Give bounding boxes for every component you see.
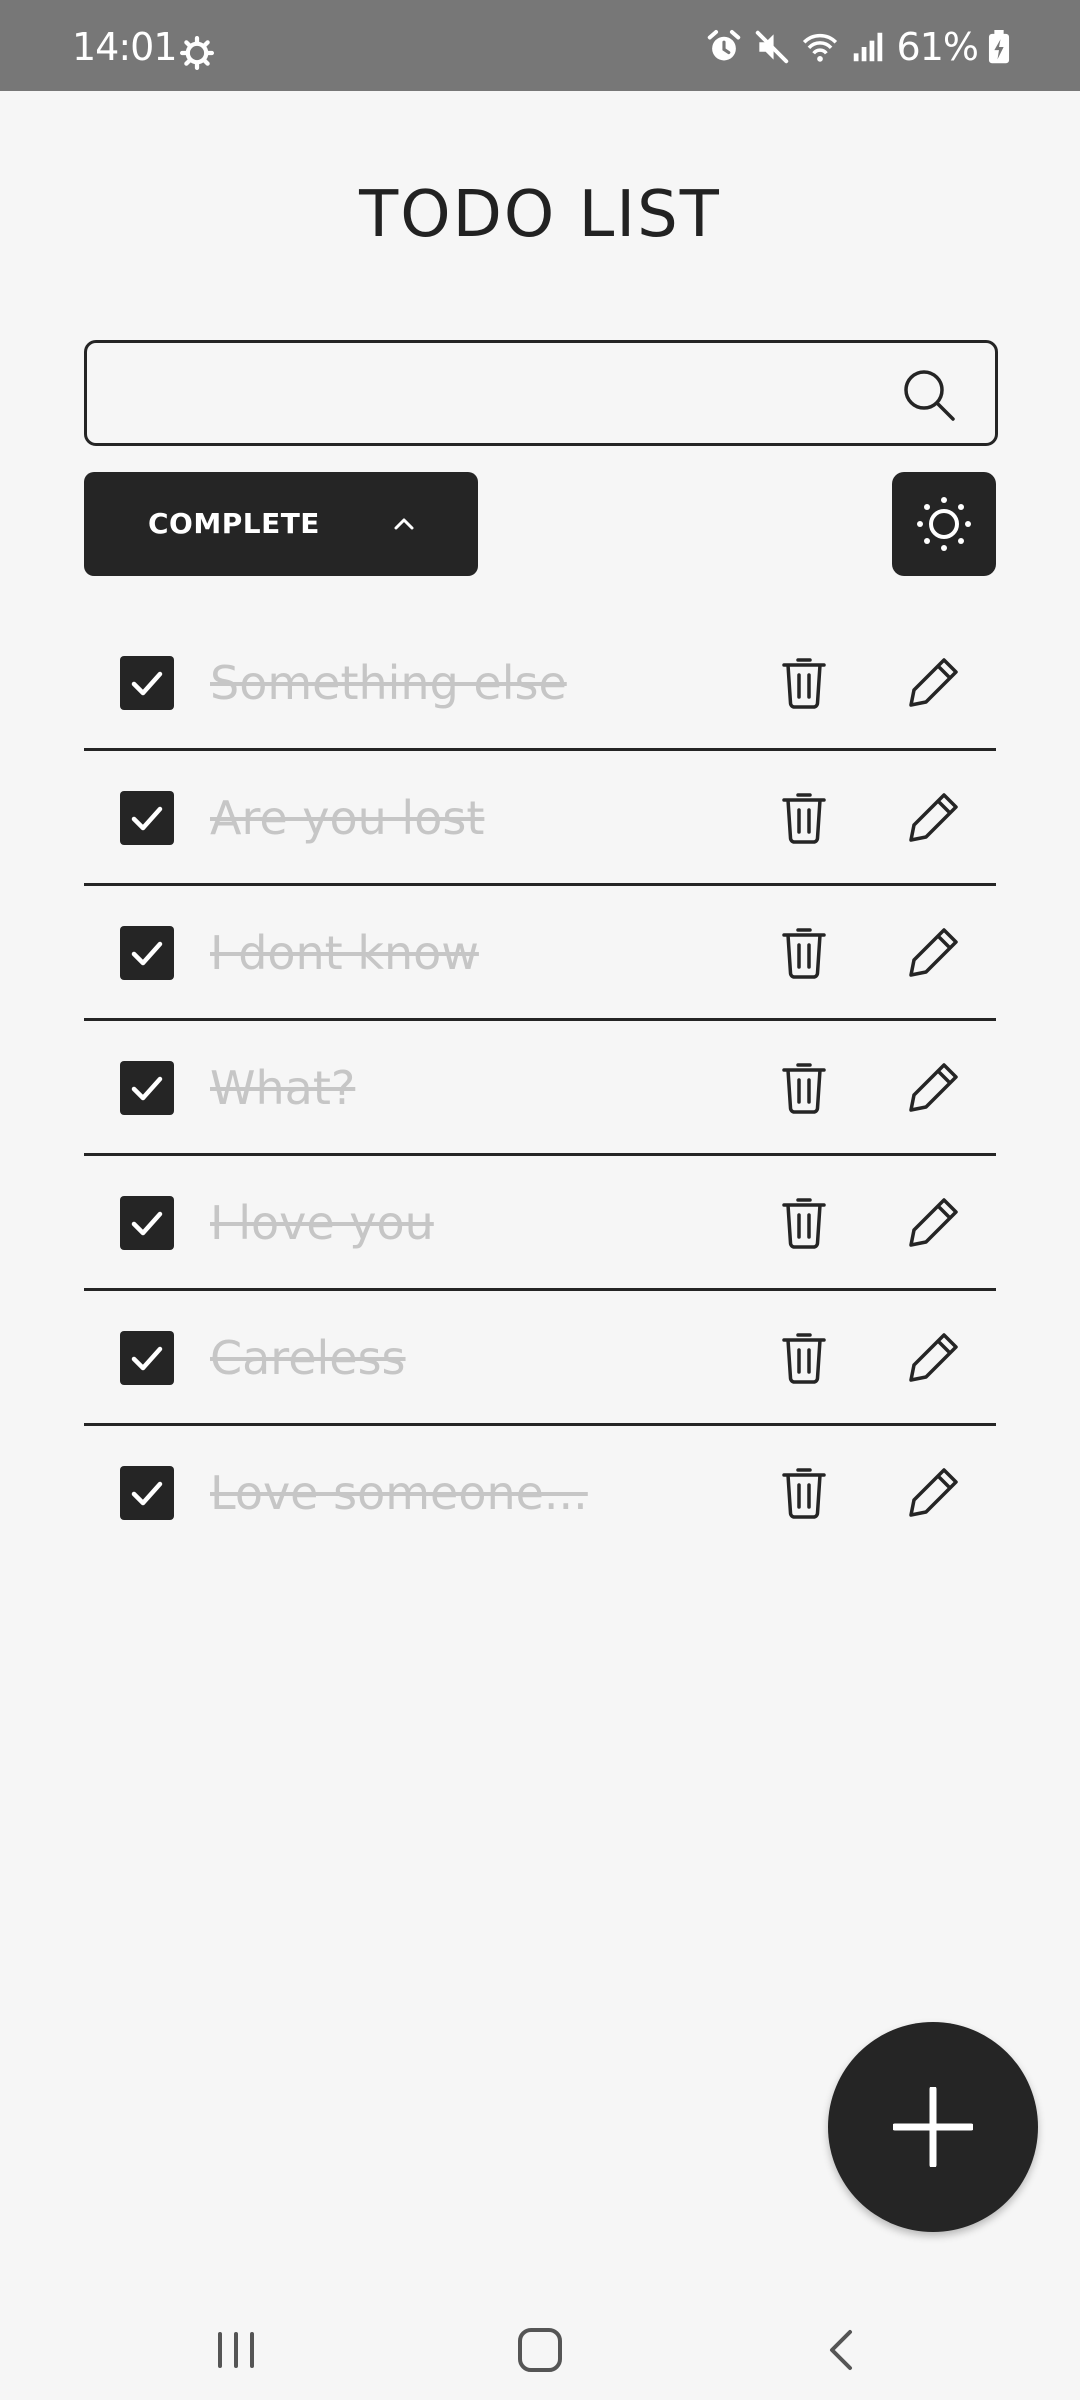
- checkmark-icon: [131, 1076, 163, 1101]
- chevron-up-icon: [394, 518, 414, 530]
- todo-checkbox[interactable]: [120, 1196, 174, 1250]
- mute-icon: [755, 30, 788, 64]
- todo-checkbox[interactable]: [120, 926, 174, 980]
- checkmark-icon: [131, 671, 163, 696]
- todo-item: Love someone...: [84, 1426, 996, 1558]
- todo-text: Something else: [210, 656, 567, 710]
- todo-item: Careless: [84, 1291, 996, 1426]
- home-icon[interactable]: [510, 2320, 570, 2380]
- todo-list: Something else Are you lost I dont know: [84, 616, 996, 1558]
- todo-text: Love someone...: [210, 1466, 588, 1520]
- recent-apps-icon[interactable]: [206, 2320, 266, 2380]
- checkmark-icon: [131, 806, 163, 831]
- todo-text: Careless: [210, 1331, 406, 1385]
- pencil-icon: [909, 1333, 958, 1382]
- delete-button[interactable]: [774, 787, 834, 847]
- todo-checkbox[interactable]: [120, 656, 174, 710]
- pencil-icon: [909, 928, 958, 977]
- pencil-icon: [909, 1468, 958, 1517]
- theme-toggle-button[interactable]: [892, 472, 996, 576]
- trash-icon: [782, 1198, 826, 1249]
- edit-button[interactable]: [904, 922, 964, 982]
- edit-button[interactable]: [904, 1462, 964, 1522]
- todo-text: I dont know: [210, 926, 479, 980]
- delete-button[interactable]: [774, 922, 834, 982]
- checkmark-icon: [131, 1346, 163, 1371]
- status-bar: 14:01 61%: [0, 0, 1080, 91]
- checkmark-icon: [131, 1481, 163, 1506]
- todo-text: I love you: [210, 1196, 434, 1250]
- checkmark-icon: [131, 1211, 163, 1236]
- delete-button[interactable]: [774, 1192, 834, 1252]
- edit-button[interactable]: [904, 1327, 964, 1387]
- trash-icon: [782, 928, 826, 979]
- todo-item: Something else: [84, 616, 996, 751]
- back-icon[interactable]: [812, 2320, 872, 2380]
- edit-button[interactable]: [904, 652, 964, 712]
- todo-item: I love you: [84, 1156, 996, 1291]
- delete-button[interactable]: [774, 1462, 834, 1522]
- todo-item: I dont know: [84, 886, 996, 1021]
- trash-icon: [782, 1468, 826, 1519]
- delete-button[interactable]: [774, 652, 834, 712]
- wifi-icon: [802, 33, 837, 62]
- navigation-bar: [0, 2280, 1080, 2400]
- pencil-icon: [909, 1198, 958, 1247]
- pencil-icon: [909, 1063, 958, 1112]
- trash-icon: [782, 658, 826, 709]
- edit-button[interactable]: [904, 787, 964, 847]
- gear-icon: [180, 36, 214, 70]
- trash-icon: [782, 1333, 826, 1384]
- trash-icon: [782, 1063, 826, 1114]
- signal-icon: [853, 32, 882, 62]
- plus-icon: [893, 2087, 973, 2167]
- battery-charging-icon: [988, 30, 1010, 64]
- todo-checkbox[interactable]: [120, 1331, 174, 1385]
- alarm-icon: [707, 29, 740, 61]
- pencil-icon: [909, 658, 958, 707]
- status-icons: 61%: [705, 24, 1010, 70]
- page-title: TODO LIST: [359, 177, 721, 252]
- todo-text: What?: [210, 1061, 356, 1115]
- pencil-icon: [909, 793, 958, 842]
- battery-percent: 61%: [896, 25, 979, 69]
- todo-checkbox[interactable]: [120, 791, 174, 845]
- add-todo-button[interactable]: [828, 2022, 1038, 2232]
- sun-icon: [917, 497, 971, 551]
- edit-button[interactable]: [904, 1057, 964, 1117]
- todo-text: Are you lost: [210, 791, 485, 845]
- checkmark-icon: [131, 941, 163, 966]
- search-box[interactable]: [84, 340, 998, 446]
- todo-checkbox[interactable]: [120, 1061, 174, 1115]
- filter-dropdown[interactable]: COMPLETE: [84, 472, 478, 576]
- status-time: 14:01: [72, 25, 178, 69]
- todo-item: What?: [84, 1021, 996, 1156]
- search-icon[interactable]: [899, 365, 959, 425]
- delete-button[interactable]: [774, 1057, 834, 1117]
- delete-button[interactable]: [774, 1327, 834, 1387]
- todo-item: Are you lost: [84, 751, 996, 886]
- search-input[interactable]: [111, 353, 895, 435]
- todo-checkbox[interactable]: [120, 1466, 174, 1520]
- edit-button[interactable]: [904, 1192, 964, 1252]
- trash-icon: [782, 793, 826, 844]
- filter-label: COMPLETE: [148, 507, 320, 540]
